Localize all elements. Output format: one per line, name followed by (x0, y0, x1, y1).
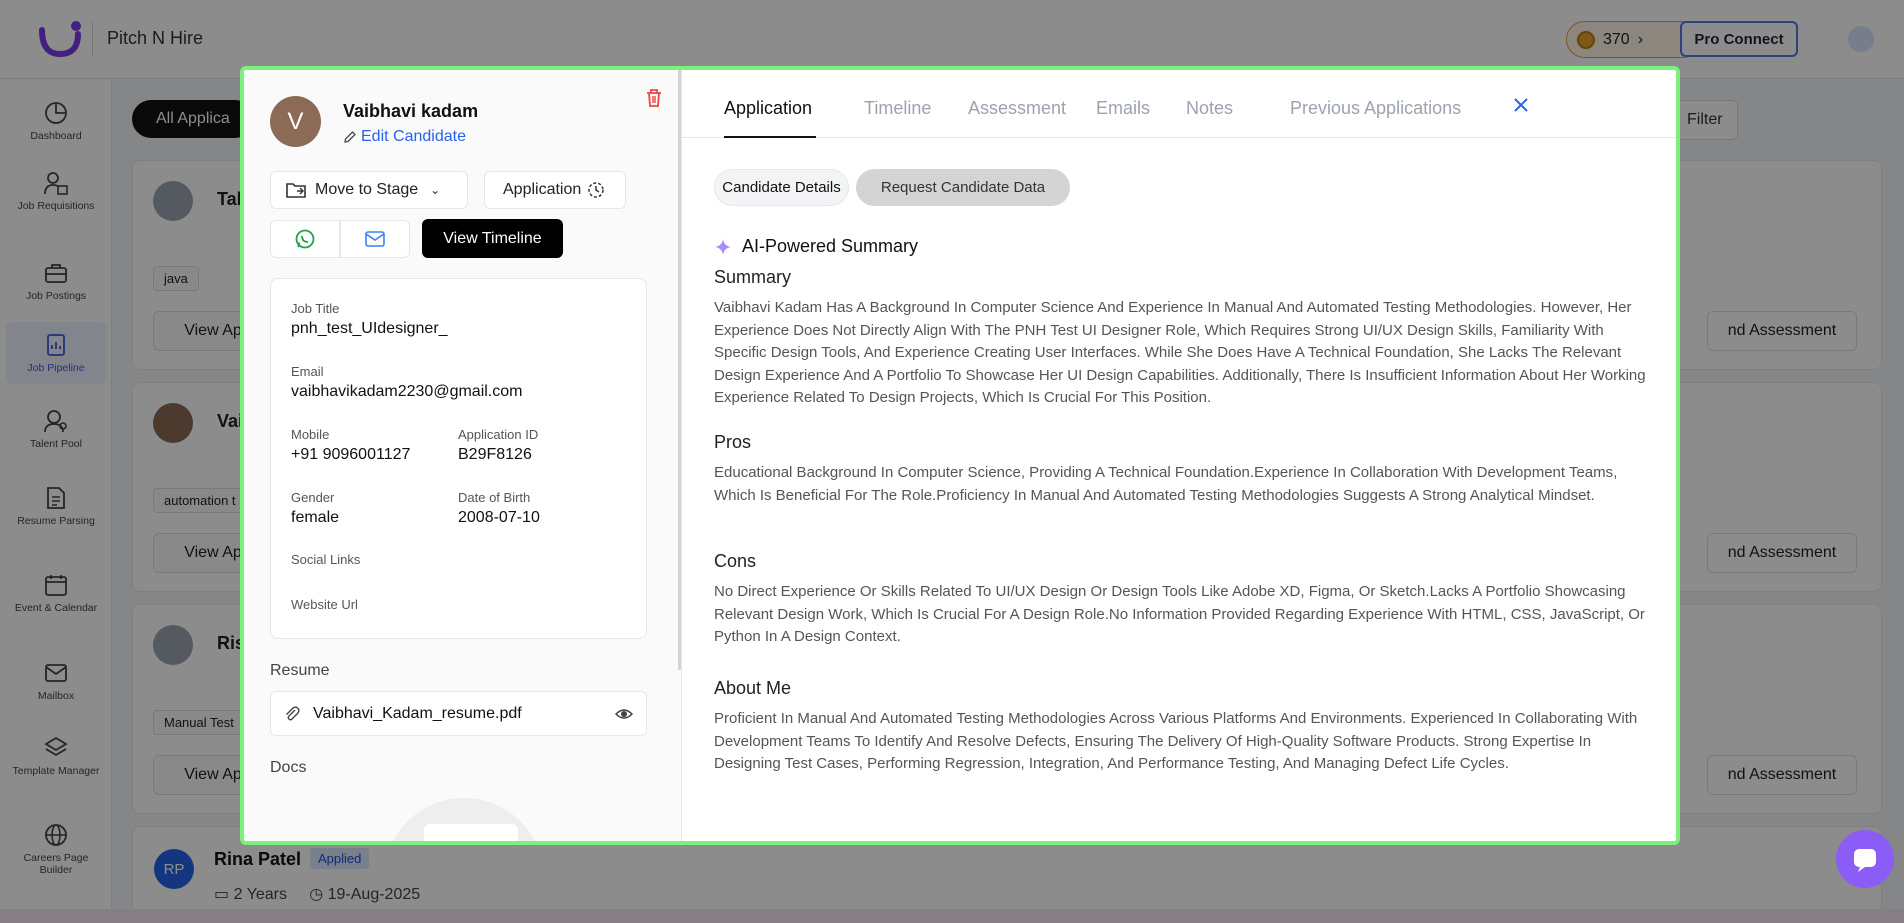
envelope-icon (365, 231, 385, 247)
request-candidate-data-button[interactable]: Request Candidate Data (856, 169, 1070, 206)
pros-text: Educational Background In Computer Scien… (714, 464, 1618, 504)
resume-file-row[interactable]: Vaibhavi_Kadam_resume.pdf (270, 691, 647, 736)
gender-label: Gender (291, 490, 335, 505)
view-timeline-button[interactable]: View Timeline (422, 219, 563, 258)
job-title-label: Job Title (291, 301, 340, 316)
dob-value: 2008-07-10 (458, 509, 540, 526)
about-me-title: About Me (714, 678, 792, 698)
about-me-text: Proficient In Manual And Automated Testi… (714, 710, 1638, 772)
social-links-label: Social Links (291, 552, 361, 567)
pencil-icon (344, 131, 356, 143)
candidate-info-card: Job Title pnh_test_UIdesigner_ Email vai… (270, 278, 647, 639)
dob-label: Date of Birth (458, 490, 531, 505)
stage-folder-icon (286, 183, 306, 198)
paperclip-icon (286, 705, 300, 720)
gender-value: female (291, 509, 340, 526)
ai-summary-heading: AI-Powered Summary (714, 236, 918, 257)
summary-title: Summary (714, 267, 792, 287)
application-label: Application (503, 181, 582, 198)
candidate-details-button[interactable]: Candidate Details (714, 169, 849, 206)
candidate-name: Vaibhavi kadam (343, 101, 479, 121)
tab-emails[interactable]: Emails (1096, 98, 1150, 119)
website-url-label: Website Url (291, 597, 358, 612)
tab-notes[interactable]: Notes (1186, 98, 1233, 119)
tab-application[interactable]: Application (724, 98, 812, 119)
cons-title: Cons (714, 551, 757, 571)
move-to-stage-label: Move to Stage (315, 181, 419, 198)
application-status-button[interactable]: Application (484, 171, 626, 209)
candidate-avatar: V (270, 96, 321, 147)
mobile-label: Mobile (291, 427, 330, 442)
pros-title: Pros (714, 432, 752, 452)
delete-candidate-icon[interactable] (642, 86, 666, 110)
application-detail-panel: Application Timeline Assessment Emails N… (682, 70, 1676, 841)
summary-text: Vaibhavi Kadam Has A Background In Compu… (714, 299, 1646, 406)
detail-tabs: Application Timeline Assessment Emails N… (682, 70, 1676, 138)
job-title-value: pnh_test_UIdesigner_ (291, 320, 448, 337)
active-tab-underline (724, 136, 816, 138)
tab-previous-applications[interactable]: Previous Applications (1290, 98, 1461, 119)
chat-widget-button[interactable] (1836, 830, 1894, 888)
move-to-stage-button[interactable]: Move to Stage ⌄ (270, 171, 468, 209)
email-button[interactable] (340, 220, 410, 258)
ai-summary-title: AI-Powered Summary (742, 236, 919, 256)
resume-filename: Vaibhavi_Kadam_resume.pdf (313, 704, 522, 722)
close-icon[interactable] (1512, 96, 1530, 114)
tab-timeline[interactable]: Timeline (864, 98, 931, 119)
email-label: Email (291, 364, 324, 379)
whatsapp-icon (295, 229, 315, 249)
tab-assessment[interactable]: Assessment (968, 98, 1066, 119)
edit-candidate-link[interactable]: Edit Candidate (343, 128, 466, 146)
chevron-down-icon: ⌄ (430, 183, 441, 197)
edit-candidate-label: Edit Candidate (361, 128, 466, 145)
sparkle-icon (715, 238, 731, 255)
candidate-profile-panel: V Vaibhavi kadam Edit Candidate Move to … (244, 70, 682, 841)
candidate-modal: V Vaibhavi kadam Edit Candidate Move to … (240, 66, 1680, 845)
docs-empty-illustration-card (424, 824, 518, 841)
application-id-label: Application ID (458, 427, 539, 442)
email-value: vaibhavikadam2230@gmail.com (291, 383, 523, 400)
docs-section-label: Docs (270, 759, 307, 776)
resume-section-label: Resume (270, 662, 330, 679)
eye-icon[interactable] (614, 704, 634, 724)
whatsapp-button[interactable] (270, 220, 340, 258)
history-icon (588, 182, 605, 198)
mobile-value: +91 9096001127 (291, 446, 411, 463)
application-id-value: B29F8126 (458, 446, 532, 463)
cons-text: No Direct Experience Or Skills Related T… (714, 583, 1645, 645)
chat-icon (1854, 849, 1876, 872)
